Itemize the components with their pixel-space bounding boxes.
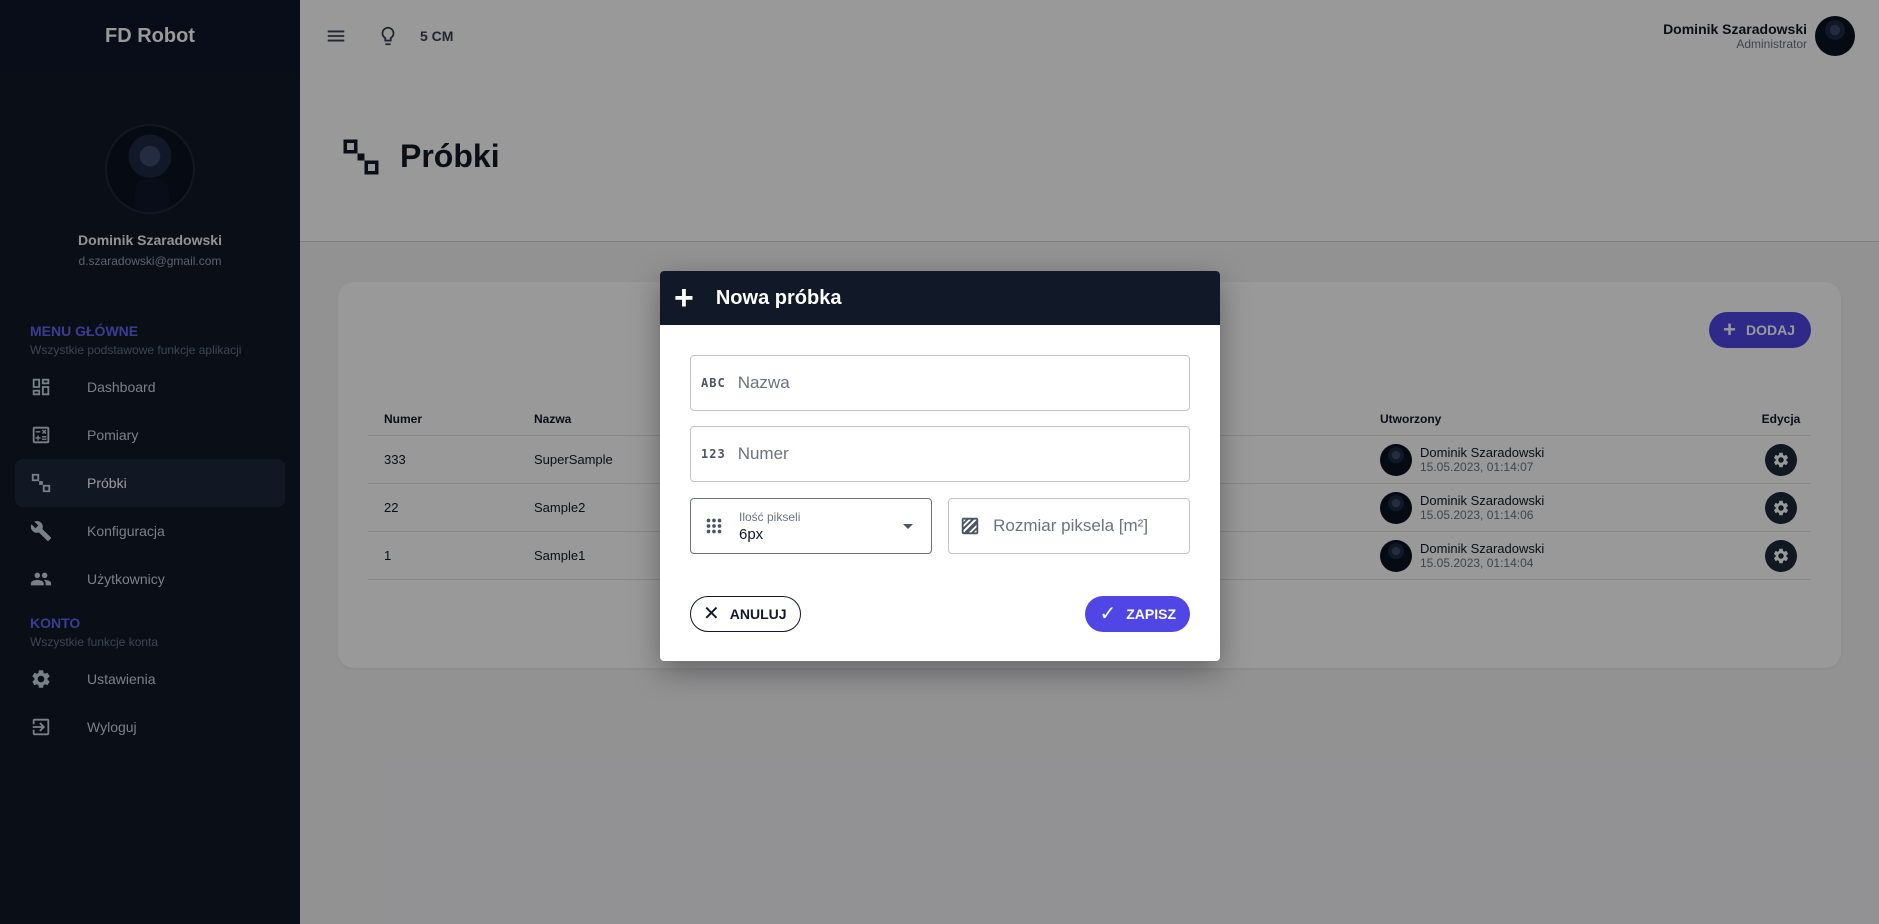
check-icon: ✓ xyxy=(1099,603,1117,625)
dots-grid-icon xyxy=(701,516,727,536)
pixel-size-input[interactable] xyxy=(993,516,1189,536)
select-texts: Ilość pikseli 6px xyxy=(739,510,903,543)
save-button-label: ZAPISZ xyxy=(1126,606,1176,622)
plus-icon: + xyxy=(674,279,694,317)
numbers-icon: 123 xyxy=(701,447,726,461)
pixel-size-field[interactable] xyxy=(948,498,1190,554)
pixel-count-value: 6px xyxy=(739,525,764,543)
dialog-header: + Nowa próbka xyxy=(660,271,1220,325)
new-sample-dialog: + Nowa próbka ABC 123 Ilość pikseli 6px … xyxy=(660,271,1220,661)
chevron-down-icon[interactable] xyxy=(903,523,913,529)
save-button[interactable]: ✓ ZAPISZ xyxy=(1085,596,1190,632)
name-input[interactable] xyxy=(737,373,1189,393)
name-field[interactable]: ABC xyxy=(690,355,1190,411)
pixel-count-select[interactable]: Ilość pikseli 6px xyxy=(690,498,932,554)
close-icon: ✕ xyxy=(703,603,720,625)
number-input[interactable] xyxy=(737,444,1189,464)
number-field[interactable]: 123 xyxy=(690,426,1190,482)
dialog-title: Nowa próbka xyxy=(715,286,842,309)
pixel-count-label: Ilość pikseli xyxy=(739,509,801,524)
cancel-button-label: ANULUJ xyxy=(729,606,787,622)
abc-icon: ABC xyxy=(701,376,726,390)
hatched-square-icon xyxy=(959,516,981,536)
cancel-button[interactable]: ✕ ANULUJ xyxy=(690,596,801,632)
